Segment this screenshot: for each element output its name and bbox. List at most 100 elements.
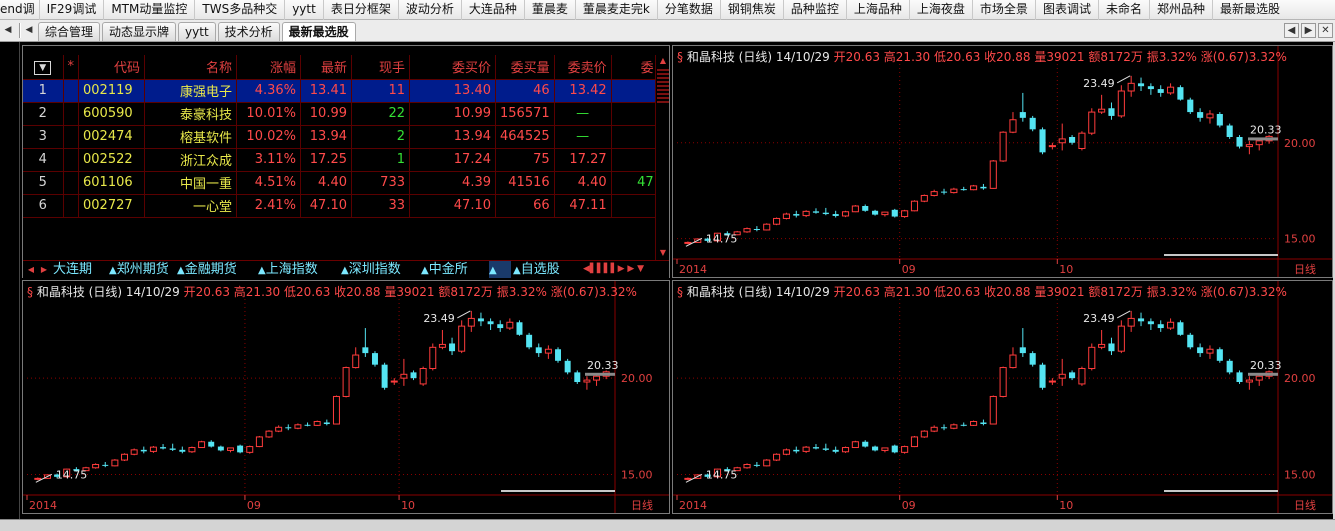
scroll-down-icon[interactable]: ▼ <box>657 247 669 259</box>
candle-body-up <box>901 446 909 453</box>
menu-item[interactable]: 大连品种 <box>462 0 525 20</box>
menu-item[interactable]: MTM动量监控 <box>104 0 196 20</box>
amplitude-label: 振3.32% <box>1146 285 1197 299</box>
close-label: 收20.88 <box>984 285 1031 299</box>
quote-row[interactable]: 5 601106 中国一重 4.51% 4.40 733 4.39 41516 4.40 47 <box>23 171 659 195</box>
candle-body-up <box>743 463 751 469</box>
x-tick-label: 10 <box>1059 263 1073 276</box>
header-bid-volume[interactable]: 委买量 <box>495 55 555 80</box>
quote-row[interactable]: 6 002727 一心堂 2.41% 47.10 33 47.10 66 47.11 <box>23 194 659 218</box>
header-name[interactable]: 名称 <box>144 55 237 80</box>
market-tab[interactable]: ▲郑州期货 <box>109 261 169 278</box>
tab-item[interactable]: 技术分析 <box>217 22 280 41</box>
candle-body-down <box>1226 125 1233 137</box>
header-ask-volume[interactable]: 委 <box>611 55 659 80</box>
menu-item[interactable]: end调 <box>0 0 40 20</box>
menu-item[interactable]: TWS多品种交 <box>195 0 286 20</box>
menu-item[interactable]: 董晨麦 <box>525 0 576 20</box>
market-tab[interactable]: ▲中金所 <box>421 261 468 278</box>
prev-page-icon[interactable]: ◀ <box>1284 23 1299 38</box>
tab-scroll-left-icon[interactable]: ◀ <box>3 23 13 37</box>
bid-price: 13.94 <box>409 125 496 149</box>
header-change-pct[interactable]: 涨幅 <box>236 55 301 80</box>
chart-scroll-indicator <box>1164 254 1278 256</box>
next-page-icon[interactable]: ▶ <box>1301 23 1316 38</box>
quote-row[interactable]: 2 600590 泰豪科技 10.01% 10.99 22 10.99 156571— <box>23 102 659 126</box>
candle-body-down <box>891 445 898 453</box>
candle-body-down <box>140 449 147 452</box>
scroll-up-icon[interactable]: ▲ <box>657 55 669 67</box>
menu-item[interactable]: IF29调试 <box>40 0 105 20</box>
header-ask-price[interactable]: 委卖价 <box>554 55 612 80</box>
menu-item[interactable]: 表日分框架 <box>324 0 399 20</box>
column-menu-cell[interactable]: ▼ <box>23 55 64 80</box>
menu-item[interactable]: 品种监控 <box>784 0 847 20</box>
x-tick-label: 09 <box>902 263 916 276</box>
menu-item[interactable]: 上海夜盘 <box>910 0 973 20</box>
period-button[interactable]: 日线 <box>1294 498 1316 512</box>
menu-item[interactable]: 上海品种 <box>847 0 910 20</box>
kline-chart-bottom-left[interactable]: 15.00 20.00 2014 09 10 23.49 14.75 20.33 日线 § 和晶科… <box>22 280 670 514</box>
candle-body-up <box>313 421 321 426</box>
column-menu-icon[interactable]: ▼ <box>34 60 52 75</box>
menu-item[interactable]: 市场全景 <box>973 0 1036 20</box>
menu-item[interactable]: 最新最选股 <box>1213 0 1287 20</box>
quote-row[interactable]: 3 002474 榕基软件 10.02% 13.94 2 13.94 464525— <box>23 125 659 149</box>
amount-label: 额8172万 <box>1088 285 1143 299</box>
header-last-price[interactable]: 最新 <box>300 55 352 80</box>
candle-body-down <box>555 349 562 361</box>
header-star[interactable]: * <box>63 55 79 80</box>
tab-item[interactable]: 动态显示牌 <box>102 22 177 41</box>
change-pct: 2.41% <box>236 194 301 218</box>
candle-body-down <box>371 353 378 365</box>
menu-item[interactable]: 董晨麦走完k <box>576 0 658 20</box>
market-tab-icon: ▲ <box>258 265 266 276</box>
candle-body-up <box>1048 145 1056 148</box>
candle-body-down <box>1216 349 1223 361</box>
ask-volume: 47 <box>611 171 659 195</box>
market-tab[interactable]: 大连期 <box>53 261 92 278</box>
quote-row[interactable]: 1 002119 康强电子 4.36% 13.41 11 13.40 46 13.42 <box>23 79 659 103</box>
chart-menu-icon[interactable]: § <box>677 285 687 299</box>
candle-body-down <box>304 424 311 426</box>
menu-item[interactable]: 郑州品种 <box>1150 0 1213 20</box>
header-bid-price[interactable]: 委买价 <box>409 55 496 80</box>
market-tab-prev-icon[interactable]: ◀ <box>26 263 36 276</box>
menu-item[interactable]: 分笔数据 <box>658 0 721 20</box>
market-tab[interactable]: ▲自选股 <box>513 261 560 278</box>
menu-item[interactable]: 未命名 <box>1099 0 1150 20</box>
tab-item[interactable]: 最新最选股 <box>281 22 356 41</box>
kline-chart-bottom-right[interactable]: 15.00 20.00 2014 09 10 23.49 14.75 20.33 日线 § 和晶科… <box>672 280 1333 514</box>
close-icon[interactable]: ✕ <box>1318 23 1333 38</box>
menu-item[interactable]: 钢铜焦炭 <box>721 0 784 20</box>
candle-body-down <box>1029 117 1036 130</box>
header-code[interactable]: 代码 <box>78 55 145 80</box>
amount-label: 额8172万 <box>438 285 493 299</box>
period-button[interactable]: 日线 <box>631 498 653 512</box>
chart-menu-icon[interactable]: § <box>27 285 37 299</box>
tab-item[interactable]: 综合管理 <box>38 22 101 41</box>
quote-header-row: ▼ * 代码 名称 涨幅 最新 现手 委买价 委买量 委卖价 委 <box>23 55 659 80</box>
scroll-thumb[interactable] <box>657 69 669 105</box>
menu-item[interactable]: 波动分析 <box>399 0 462 20</box>
market-tab[interactable]: ▲金融期货 <box>177 261 237 278</box>
quote-row[interactable]: 4 002522 浙江众成 3.11% 17.25 1 17.24 75 17.27 <box>23 148 659 172</box>
tab-item[interactable]: yytt <box>178 22 216 41</box>
quote-table: ▼ * 代码 名称 涨幅 最新 现手 委买价 委买量 委卖价 委 1 002119… <box>23 55 659 218</box>
menu-item[interactable]: 图表调试 <box>1036 0 1099 20</box>
market-tab-next-icon[interactable]: ▶ <box>39 263 49 276</box>
period-label: (日线) <box>738 50 773 64</box>
tab-scroll-right-icon[interactable]: ◀ <box>24 23 34 37</box>
chart-menu-icon[interactable]: § <box>677 50 687 64</box>
kline-chart-top-right[interactable]: 15.00 20.00 2014 09 10 23.49 14.75 20.33 日线 § 和晶科… <box>672 45 1333 278</box>
period-button[interactable]: 日线 <box>1294 262 1316 276</box>
stock-code: 601106 <box>78 171 145 195</box>
header-current-volume[interactable]: 现手 <box>351 55 410 80</box>
market-tab[interactable]: ▲深圳指数 <box>341 261 401 278</box>
menu-item[interactable]: yytt <box>285 0 324 20</box>
market-tab-scroll-icon[interactable]: ◀▌▌▌▌▶ ▶ ▼ <box>583 261 644 278</box>
quote-vertical-scrollbar[interactable]: ▲ ▼ <box>655 55 669 260</box>
candle-body-up <box>782 213 790 219</box>
market-tab[interactable]: ▲ <box>489 261 511 278</box>
market-tab[interactable]: ▲上海指数 <box>258 261 318 278</box>
